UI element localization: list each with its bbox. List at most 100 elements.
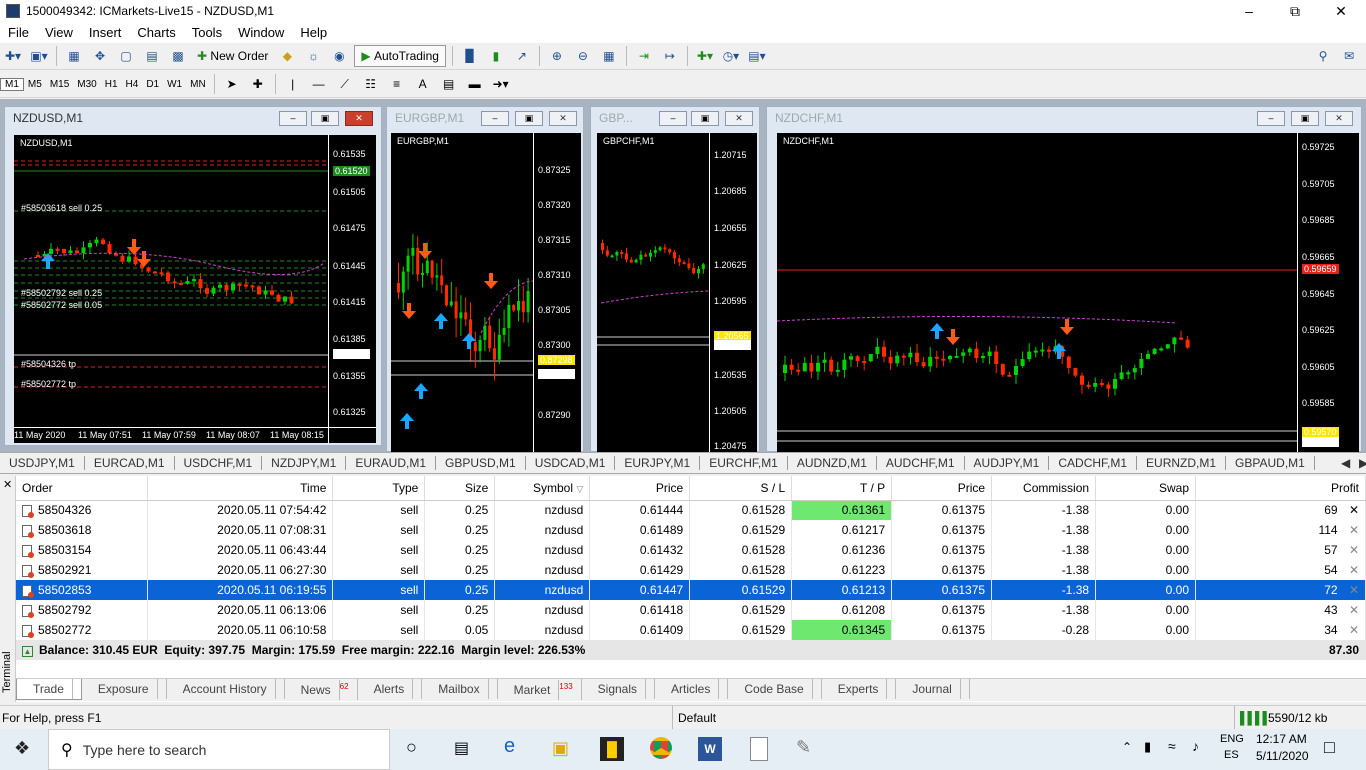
table-row[interactable]: 58502772 2020.05.11 06:10:58 sell 0.05 nzdus… (16, 620, 1366, 640)
wifi-icon[interactable]: ≈ (1168, 738, 1176, 754)
table-row[interactable]: 58502853 2020.05.11 06:19:55 sell 0.25 nzdus… (16, 580, 1366, 600)
new-chart-icon[interactable]: ✚▾ (2, 45, 24, 67)
chart-tab[interactable]: EURCAD,M1 (85, 456, 175, 470)
chart-canvas[interactable]: GBPCHF,M1 1.20715 1.20685 1.20655 1.2062… (597, 133, 757, 453)
tab-news[interactable]: News 62 (285, 679, 358, 700)
volume-icon[interactable]: ♪ (1192, 738, 1199, 754)
chart-close-button[interactable]: ✕ (549, 111, 577, 126)
navigator-icon[interactable]: ✥ (89, 45, 111, 67)
menu-charts[interactable]: Charts (129, 25, 183, 40)
chart-window-nzdusd[interactable]: NZDUSD,M1 – ▣ ✕ NZDUSD,M1 0.61535 0.6150… (4, 106, 382, 446)
chart-minimize-button[interactable]: – (481, 111, 509, 126)
tab-signals[interactable]: Signals (582, 679, 656, 699)
restore-button[interactable]: ⧉ (1272, 0, 1318, 22)
col-time[interactable]: Time (147, 476, 334, 501)
terminal-close-icon[interactable]: ✕ (3, 478, 12, 491)
signals-icon[interactable]: ☼ (302, 45, 324, 67)
new-order-button[interactable]: ✚ New Order (193, 45, 272, 67)
chart-tab[interactable]: USDJPY,M1 (0, 456, 85, 470)
chart-tab[interactable]: USDCAD,M1 (526, 456, 616, 470)
close-order-icon[interactable]: ✕ (1346, 583, 1359, 597)
word-icon[interactable]: W (698, 737, 722, 761)
templates-icon[interactable]: ▤▾ (746, 45, 768, 67)
tf-mn[interactable]: MN (186, 79, 210, 90)
chart-canvas[interactable]: NZDCHF,M1 0.59725 0.59705 0.59685 0.5966… (777, 133, 1359, 453)
tf-m30[interactable]: M30 (73, 79, 100, 90)
tf-d1[interactable]: D1 (142, 79, 163, 90)
minimize-button[interactable]: – (1226, 0, 1272, 22)
zoom-out-icon[interactable]: ⊖ (572, 45, 594, 67)
menu-help[interactable]: Help (292, 25, 335, 40)
close-order-icon[interactable]: ✕ (1346, 523, 1359, 537)
tabs-scroll-right-icon[interactable]: ▶ (1350, 456, 1366, 470)
chart-tab[interactable]: EURJPY,M1 (615, 456, 701, 470)
chart-tab[interactable]: NZDJPY,M1 (262, 456, 347, 470)
chart-window-nzdchf[interactable]: NZDCHF,M1 – ▣ ✕ NZDCHF,M1 0.59725 0.5970… (766, 106, 1362, 453)
profiles-icon[interactable]: ▣▾ (28, 45, 50, 67)
close-order-icon[interactable]: ✕ (1346, 543, 1359, 557)
chart-restore-button[interactable]: ▣ (691, 111, 719, 126)
chart-minimize-button[interactable]: – (659, 111, 687, 126)
candlestick-icon[interactable]: ▮ (485, 45, 507, 67)
cursor-icon[interactable]: ➤ (221, 73, 243, 95)
chart-tab[interactable]: CADCHF,M1 (1049, 456, 1138, 470)
autoscroll-icon[interactable]: ⇥ (633, 45, 655, 67)
vps-icon[interactable]: ◉ (328, 45, 350, 67)
col-symbol[interactable]: Symbol ▽ (494, 476, 591, 501)
table-row[interactable]: 58502792 2020.05.11 06:13:06 sell 0.25 nzdus… (16, 600, 1366, 620)
col-tp[interactable]: T / P (791, 476, 893, 501)
text-label-icon[interactable]: ▤ (438, 73, 460, 95)
taskbar-search[interactable]: ⚲ Type here to search (48, 729, 390, 770)
terminal-icon[interactable]: ▤ (141, 45, 163, 67)
indicators-icon[interactable]: ✚▾ (694, 45, 716, 67)
cortana-icon[interactable]: ○ (406, 737, 417, 758)
menu-window[interactable]: Window (230, 25, 292, 40)
autotrading-button[interactable]: ▶ AutoTrading (354, 45, 446, 67)
chart-tab[interactable]: AUDCHF,M1 (877, 456, 965, 470)
chart-window-gbpchf[interactable]: GBP... – ▣ ✕ GBPCHF,M1 1.20715 1.20685 1… (590, 106, 760, 453)
battery-icon[interactable]: ▮ (1144, 739, 1151, 755)
tab-alerts[interactable]: Alerts (358, 679, 423, 699)
tab-account-history[interactable]: Account History (167, 679, 285, 699)
vertical-line-icon[interactable]: | (282, 73, 304, 95)
tab-code-base[interactable]: Code Base (728, 679, 822, 699)
metatrader-icon[interactable]: █ (600, 737, 624, 761)
chart-tab[interactable]: EURCHF,M1 (700, 456, 788, 470)
line-chart-icon[interactable]: ↗ (511, 45, 533, 67)
close-order-icon[interactable]: ✕ (1346, 503, 1359, 517)
chart-tab[interactable]: AUDJPY,M1 (965, 456, 1050, 470)
language-indicator[interactable]: ENG (1220, 733, 1244, 745)
col-size[interactable]: Size (424, 476, 496, 501)
chart-tab[interactable]: GBPUSD,M1 (436, 456, 526, 470)
metaeditor-icon[interactable]: ◆ (276, 45, 298, 67)
tab-journal[interactable]: Journal (896, 679, 970, 699)
rectangle-icon[interactable]: ▬ (464, 73, 486, 95)
tab-mailbox[interactable]: Mailbox (422, 679, 498, 699)
chat-icon[interactable]: ✉ (1338, 45, 1360, 67)
close-order-icon[interactable]: ✕ (1346, 623, 1359, 637)
col-type[interactable]: Type (332, 476, 426, 501)
tf-m1[interactable]: M1 (0, 77, 24, 91)
tester-icon[interactable]: ▩ (167, 45, 189, 67)
chart-window-eurgbp[interactable]: EURGBP,M1 – ▣ ✕ EURGBP,M1 0.87325 0.8732… (386, 106, 584, 453)
chrome-icon[interactable] (650, 737, 672, 759)
chart-canvas[interactable]: EURGBP,M1 0.87325 0.87320 0.87315 0.8731… (391, 133, 581, 453)
chart-tab[interactable]: EURNZD,M1 (1137, 456, 1227, 470)
tf-m5[interactable]: M5 (24, 79, 46, 90)
col-commission[interactable]: Commission (991, 476, 1097, 501)
table-row[interactable]: 58504326 2020.05.11 07:54:42 sell 0.25 nzdus… (16, 500, 1366, 520)
close-button[interactable]: ✕ (1318, 0, 1364, 22)
chart-restore-button[interactable]: ▣ (1291, 111, 1319, 126)
menu-insert[interactable]: Insert (81, 25, 130, 40)
fibonacci-icon[interactable]: ≡ (386, 73, 408, 95)
tf-h1[interactable]: H1 (101, 79, 122, 90)
col-swap[interactable]: Swap (1095, 476, 1196, 501)
close-order-icon[interactable]: ✕ (1346, 563, 1359, 577)
table-row[interactable]: 58502921 2020.05.11 06:27:30 sell 0.25 nzdus… (16, 560, 1366, 580)
tray-chevron-icon[interactable]: ⌃ (1122, 740, 1132, 754)
chart-tab[interactable]: USDCHF,M1 (175, 456, 263, 470)
menu-tools[interactable]: Tools (184, 25, 230, 40)
trendline-icon[interactable]: ⟋ (334, 73, 356, 95)
file-explorer-icon[interactable]: ▣ (552, 738, 569, 759)
market-watch-icon[interactable]: ▦ (63, 45, 85, 67)
